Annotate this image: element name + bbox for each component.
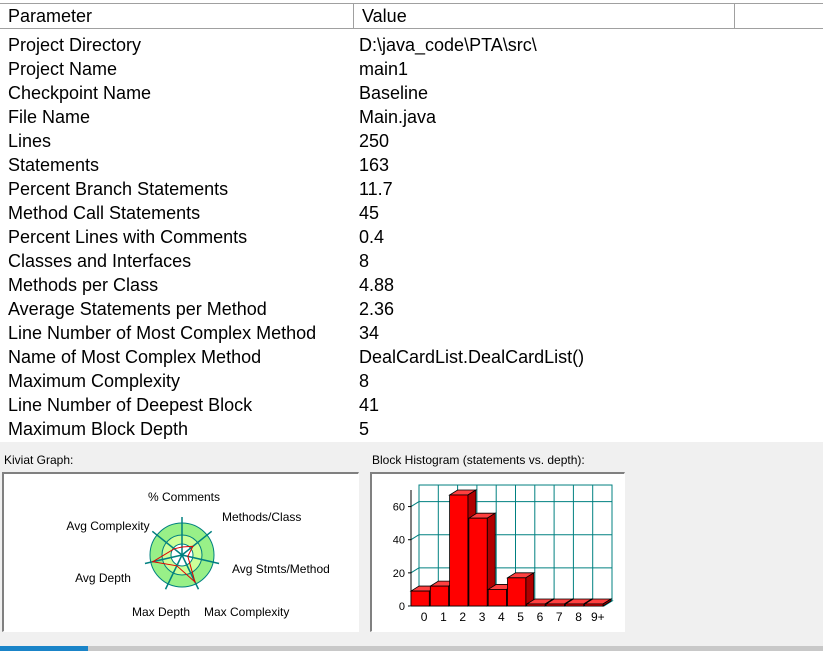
histogram-bar	[410, 590, 430, 607]
table-row[interactable]: File Name Main.java	[0, 105, 823, 129]
table-row[interactable]: Statements 163	[0, 153, 823, 177]
parameter-cell: Average Statements per Method	[8, 299, 267, 319]
value-cell: DealCardList.DealCardList()	[359, 347, 585, 367]
table-row[interactable]: Percent Lines with Comments 0.4	[0, 225, 823, 249]
value-cell: 2.36	[359, 299, 395, 319]
parameter-header-label: Parameter	[8, 6, 93, 26]
value-cell: Main.java	[359, 107, 437, 127]
histogram-ytick-label: 60	[393, 502, 405, 514]
parameter-cell: Project Directory	[8, 35, 142, 55]
histogram-xtick-label: 9+	[591, 610, 605, 624]
table-row[interactable]: Checkpoint Name Baseline	[0, 81, 823, 105]
parameter-cell: Statements	[8, 155, 100, 175]
value-cell: 5	[359, 419, 370, 439]
table-row[interactable]: Method Call Statements 45	[0, 201, 823, 225]
value-cell: 11.7	[359, 179, 393, 199]
histogram-bar	[449, 494, 469, 607]
kiviat-axis-label: Methods/Class	[222, 510, 301, 524]
column-header-empty[interactable]	[735, 4, 823, 29]
parameter-cell: Name of Most Complex Method	[8, 347, 262, 367]
taskbar	[0, 646, 823, 651]
histogram-bar	[468, 517, 488, 607]
histogram-title: Block Histogram (statements vs. depth):	[372, 453, 585, 467]
kiviat-title: Kiviat Graph:	[4, 453, 74, 467]
kiviat-axis-label: Avg Stmts/Method	[232, 562, 330, 576]
kiviat-graph: % CommentsMethods/Class Avg Stmts/Method M…	[66, 490, 330, 619]
kiviat-panel: % Comments Methods/Class Avg Stmts/Method M…	[2, 472, 359, 632]
histogram-ytick-label: 0	[399, 601, 405, 613]
histogram-xtick-label: 5	[517, 610, 524, 624]
table-row[interactable]: Percent Branch Statements 11.7	[0, 177, 823, 201]
histogram-grid-side	[410, 534, 420, 541]
histogram-panel: 0 20 40 60 0 1 2 3 4 5 6 7 8 9+	[370, 472, 625, 632]
histogram-xtick-label: 2	[459, 610, 466, 624]
parameter-cell: Classes and Interfaces	[8, 251, 192, 271]
value-cell: 41	[359, 395, 380, 415]
parameter-cell: Maximum Complexity	[8, 371, 181, 391]
table-row[interactable]: Maximum Complexity 8	[0, 369, 823, 393]
kiviat-axis-label: Max Depth	[132, 605, 190, 619]
histogram-xtick-label: 0	[421, 610, 428, 624]
parameter-cell: Percent Lines with Comments	[8, 227, 248, 247]
parameter-cell: Line Number of Most Complex Method	[8, 323, 317, 343]
parameter-cell: Method Call Statements	[8, 203, 201, 223]
histogram-xtick-label: 6	[537, 610, 544, 624]
parameter-cell: Maximum Block Depth	[8, 419, 189, 439]
value-cell: 250	[359, 131, 390, 151]
histogram-xtick-label: 4	[498, 610, 505, 624]
parameter-cell: Project Name	[8, 59, 118, 79]
histogram-xtick-label: 7	[556, 610, 563, 624]
table-row[interactable]: Line Number of Deepest Block 41	[0, 393, 823, 417]
value-cell: main1	[359, 59, 409, 79]
histogram-grid-side	[410, 567, 420, 574]
histogram-xtick-label: 8	[575, 610, 582, 624]
block-histogram-chart: 02040600 1 2 3 4 5 6 7 8 9+	[393, 484, 614, 624]
kiviat-axis-label: Max Complexity	[204, 605, 289, 619]
histogram-bar	[526, 603, 546, 607]
kiviat-axis-label: Avg Depth	[75, 571, 131, 585]
parameter-cell: Percent Branch Statements	[8, 179, 229, 199]
column-header-value[interactable]: Value	[354, 4, 735, 29]
parameter-cell: Line Number of Deepest Block	[8, 395, 253, 415]
table-row[interactable]: Project Name main1	[0, 57, 823, 81]
table-row[interactable]: Line Number of Most Complex Method 34	[0, 321, 823, 345]
table-row[interactable]: Classes and Interfaces 8	[0, 249, 823, 273]
value-cell: Baseline	[359, 83, 429, 103]
table-row[interactable]: Lines 250	[0, 129, 823, 153]
kiviat-axis-label: Avg Complexity	[66, 519, 149, 533]
parameter-cell: Methods per Class	[8, 275, 159, 295]
histogram-bar	[545, 603, 565, 607]
taskbar-accent	[0, 646, 88, 651]
histogram-ytick-label: 20	[393, 568, 405, 580]
parameter-cell: Lines	[8, 131, 52, 151]
value-cell: 34	[359, 323, 380, 343]
value-cell: 4.88	[359, 275, 395, 295]
value-cell: 8	[359, 371, 370, 391]
table-row[interactable]: Maximum Block Depth 5	[0, 417, 823, 441]
table-row[interactable]: Name of Most Complex Method DealCardList.…	[0, 345, 823, 369]
histogram-bar	[487, 589, 507, 607]
histogram-xtick-label: 1	[440, 610, 447, 624]
histogram-bar	[507, 577, 527, 607]
value-cell: 8	[359, 251, 370, 271]
metrics-table: Parameter Value Project Directory D:\java…	[0, 0, 823, 442]
parameter-cell: Checkpoint Name	[8, 83, 152, 103]
value-header-label: Value	[362, 6, 407, 26]
value-cell: 45	[359, 203, 380, 223]
parameter-cell: File Name	[8, 107, 91, 127]
column-header-parameter[interactable]: Parameter	[0, 4, 354, 29]
histogram-grid-side	[410, 501, 420, 508]
value-cell: 0.4	[359, 227, 385, 247]
histogram-xtick-label: 3	[479, 610, 486, 624]
histogram-bar	[564, 603, 585, 607]
value-cell: D:\java_code\PTA\src\	[359, 35, 537, 55]
table-row[interactable]: Project Directory D:\java_code\PTA\src\	[0, 33, 823, 57]
table-row[interactable]: Average Statements per Method 2.36	[0, 297, 823, 321]
table-row[interactable]: Methods per Class 4.88	[0, 273, 823, 297]
histogram-bar	[584, 603, 604, 607]
value-cell: 163	[359, 155, 390, 175]
kiviat-axis-label: % Comments	[148, 490, 220, 504]
histogram-ytick-label: 40	[393, 535, 405, 547]
histogram-bar	[429, 585, 449, 607]
